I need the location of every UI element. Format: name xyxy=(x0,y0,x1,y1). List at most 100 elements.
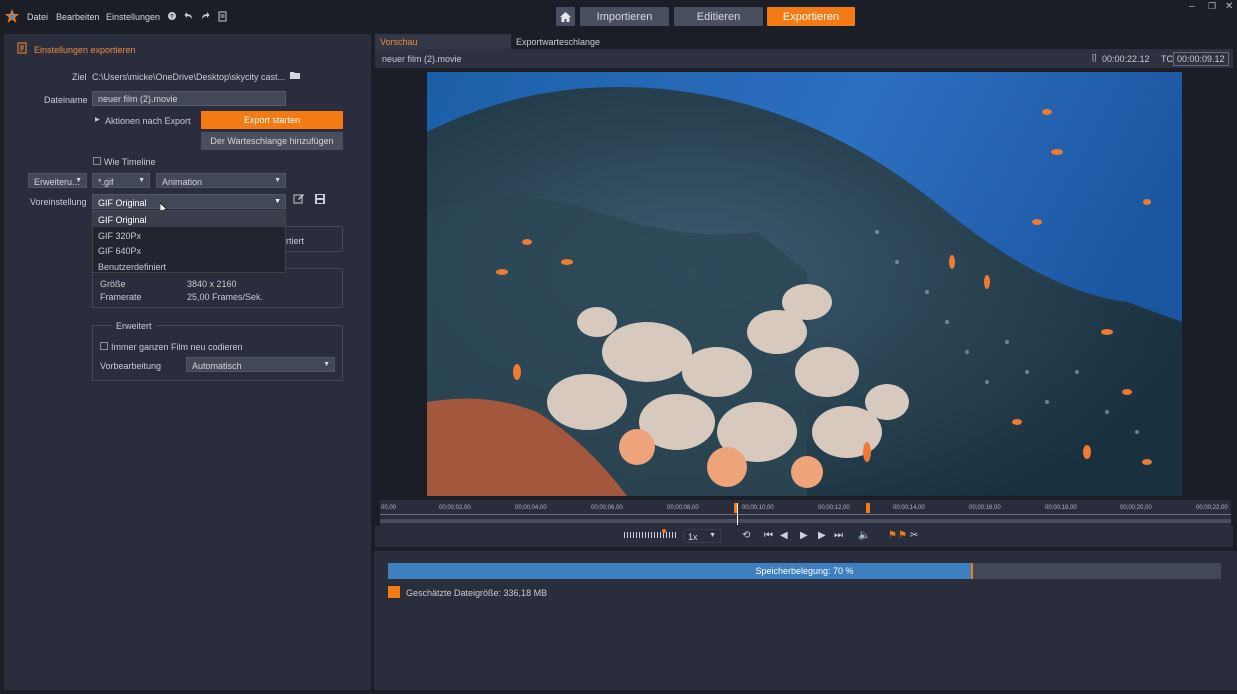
app-logo-icon xyxy=(4,8,20,24)
edit-preset-icon[interactable] xyxy=(293,193,305,207)
timeline-scrollbar[interactable] xyxy=(380,519,1231,523)
chevron-down-icon: ▼ xyxy=(323,361,330,368)
clear-marks-icon[interactable]: ✂ xyxy=(910,530,918,541)
loop-icon[interactable]: ⟲ xyxy=(742,530,750,541)
timeline-tick: 00;00;18,00 xyxy=(1045,505,1077,511)
preset-option-custom[interactable]: Benutzerdefiniert xyxy=(93,258,285,274)
framerate-value: 25,00 Frames/Sek. xyxy=(187,292,264,302)
neu-codieren-checkbox[interactable] xyxy=(100,342,108,350)
restore-icon[interactable]: ❐ xyxy=(1208,1,1216,12)
go-to-end-icon[interactable]: ⏭ xyxy=(834,530,843,541)
preset-option-gif-640[interactable]: GIF 640Px xyxy=(93,242,285,258)
save-preset-icon[interactable] xyxy=(314,193,326,207)
partial-text: rtiert xyxy=(286,236,304,246)
timecode-input[interactable]: 00:00:09.12 xyxy=(1173,52,1229,66)
menu-bearbeiten[interactable]: Bearbeiten xyxy=(56,12,100,22)
step-back-icon[interactable]: ◀ xyxy=(780,530,788,541)
playhead-line xyxy=(737,503,738,525)
chevron-down-icon: ▼ xyxy=(75,177,82,184)
chevron-down-icon: ▼ xyxy=(274,177,281,184)
preset-select-value: GIF Original xyxy=(98,198,147,208)
play-icon[interactable]: ▶ xyxy=(800,530,808,541)
redo-icon[interactable] xyxy=(200,10,210,25)
tab-exportwarteschlange[interactable]: Exportwarteschlange xyxy=(511,34,647,49)
help-icon[interactable]: ? xyxy=(167,10,177,25)
expand-arrow-icon[interactable]: ▶ xyxy=(95,116,100,123)
erweitert-label: Erweitert xyxy=(112,321,156,331)
timeline-tick: 00,00 xyxy=(381,505,397,511)
preset-option-gif-320[interactable]: GIF 320Px xyxy=(93,227,285,243)
ziel-label: Ziel xyxy=(72,72,87,82)
timeline-tick: 00;00;12,00 xyxy=(818,505,850,511)
type-select[interactable]: Animation ▼ xyxy=(156,173,286,188)
home-icon xyxy=(560,11,571,22)
vorbearbeitung-label: Vorbearbeitung xyxy=(100,361,162,371)
vorbearbeitung-select[interactable]: Automatisch ▼ xyxy=(186,357,335,372)
panel-title: Einstellungen exportieren xyxy=(34,45,136,55)
preset-option-gif-original[interactable]: GIF Original xyxy=(93,211,285,227)
duration-icon: [] xyxy=(1092,53,1097,62)
undo-icon[interactable] xyxy=(184,10,194,25)
export-settings-icon xyxy=(17,42,28,56)
mark-out-icon[interactable]: ⚑ xyxy=(898,530,907,541)
jog-indicator xyxy=(662,529,666,533)
timeline-baseline xyxy=(380,514,1231,515)
timeline-tick: 00;00;08,00 xyxy=(667,505,699,511)
dateiname-input[interactable]: neuer film (2).movie xyxy=(92,91,286,106)
speed-value: 1x xyxy=(688,532,698,542)
aktionen-label[interactable]: Aktionen nach Export xyxy=(105,116,191,126)
voreinstellung-label: Voreinstellung xyxy=(30,197,87,207)
timeline-tick: 00;00;22,00 xyxy=(1196,505,1228,511)
document-icon[interactable] xyxy=(218,10,227,25)
timeline-tick: 00;00;16,00 xyxy=(969,505,1001,511)
tc-label: TC xyxy=(1161,54,1173,64)
duration-value: 00:00:22.12 xyxy=(1102,54,1150,64)
preview-filename: neuer film (2).movie xyxy=(382,54,462,64)
menu-datei[interactable]: Datei xyxy=(27,12,48,22)
step-forward-icon[interactable]: ▶ xyxy=(818,530,826,541)
mode-select-value: Erweiteru... xyxy=(34,177,80,187)
timeline-tick: 00;00;04,00 xyxy=(515,505,547,511)
home-button[interactable] xyxy=(556,7,575,26)
groesse-value: 3840 x 2160 xyxy=(187,279,237,289)
neu-codieren-label: Immer ganzen Film neu codieren xyxy=(111,342,243,352)
framerate-label: Framerate xyxy=(100,292,142,302)
mark-out-marker[interactable] xyxy=(866,503,870,513)
tab-vorschau[interactable]: Vorschau xyxy=(375,34,511,49)
chevron-down-icon: ▼ xyxy=(709,532,716,539)
mode-select[interactable]: Erweiteru... ▼ xyxy=(28,173,87,188)
storage-label: Speicherbelegung: 70 % xyxy=(755,566,854,576)
svg-text:?: ? xyxy=(170,15,174,21)
format-select[interactable]: *.gif ▼ xyxy=(92,173,150,188)
volume-icon[interactable]: 🔈 xyxy=(858,530,870,541)
dateiname-label: Dateiname xyxy=(44,95,88,105)
chevron-down-icon: ▼ xyxy=(274,198,281,205)
tab-editieren[interactable]: Editieren xyxy=(674,7,763,26)
filesize-label: Geschätzte Dateigröße: 336,18 MB xyxy=(406,588,548,598)
folder-icon[interactable] xyxy=(290,71,300,82)
queue-add-button[interactable]: Der Warteschlange hinzufügen xyxy=(201,132,343,150)
go-to-start-icon[interactable]: ⏮ xyxy=(764,530,773,541)
timeline-tick: 00;00;10,00 xyxy=(742,505,774,511)
tab-importieren[interactable]: Importieren xyxy=(580,7,669,26)
wie-timeline-checkbox[interactable] xyxy=(93,157,101,165)
ziel-path: C:\Users\micke\OneDrive\Desktop\skycity … xyxy=(92,72,286,82)
tab-exportieren[interactable]: Exportieren xyxy=(767,7,855,26)
export-start-button[interactable]: Export starten xyxy=(201,111,343,129)
speed-select[interactable]: 1x ▼ xyxy=(683,529,721,543)
format-select-value: *.gif xyxy=(98,177,114,187)
jog-shuttle[interactable] xyxy=(624,532,676,538)
groesse-label: Größe xyxy=(100,279,126,289)
minimize-icon[interactable]: – xyxy=(1189,1,1195,12)
wie-timeline-label: Wie Timeline xyxy=(104,157,156,167)
close-icon[interactable]: ✕ xyxy=(1225,1,1233,12)
timeline-tick: 00;00;02,00 xyxy=(439,505,471,511)
timeline-tick: 00;00;14,00 xyxy=(893,505,925,511)
mark-in-icon[interactable]: ⚑ xyxy=(888,530,897,541)
menu-einstellungen[interactable]: Einstellungen xyxy=(106,12,160,22)
preset-select[interactable]: GIF Original ▼ xyxy=(92,194,286,209)
chevron-down-icon: ▼ xyxy=(138,177,145,184)
preset-dropdown: GIF Original GIF 320Px GIF 640Px Benutze… xyxy=(92,210,286,273)
erweitert-groupbox xyxy=(92,325,343,381)
timeline-tick: 00;00;20,00 xyxy=(1120,505,1152,511)
